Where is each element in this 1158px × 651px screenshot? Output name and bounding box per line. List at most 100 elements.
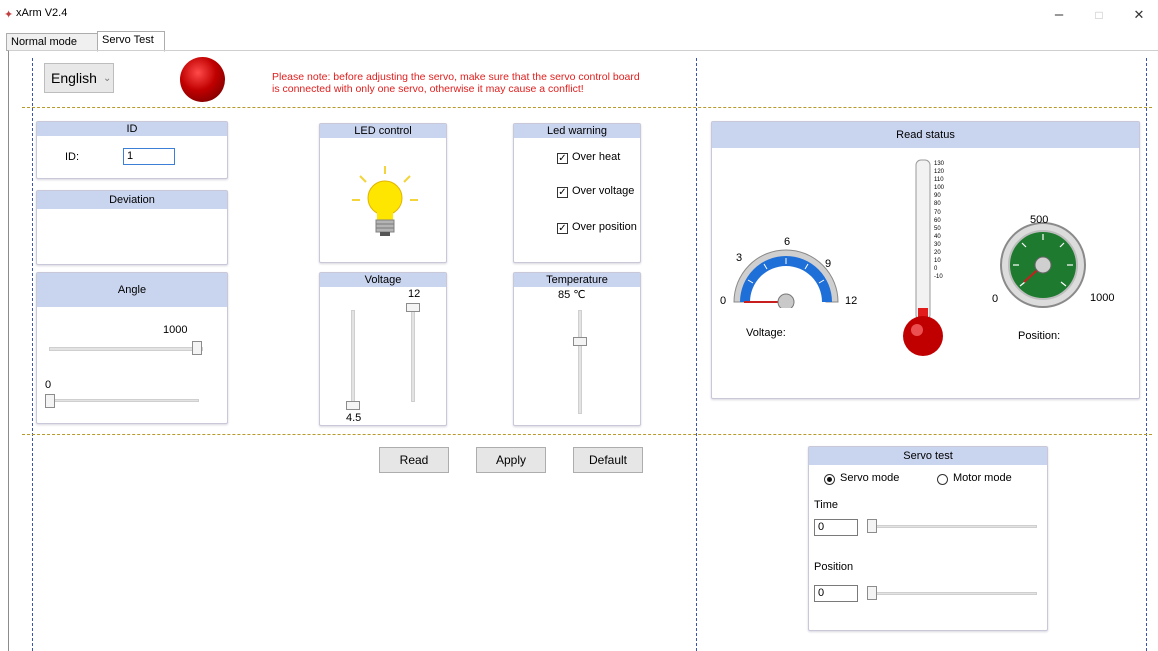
angle-slider-thumb[interactable] <box>192 341 202 355</box>
thermometer-tick: 30 <box>934 241 941 248</box>
voltage-max-slider-thumb[interactable] <box>406 303 420 312</box>
temperature-panel: Temperature 85 ℃ <box>513 272 641 426</box>
layout-divider <box>22 434 1152 435</box>
over-heat-checkbox[interactable]: ✓ <box>557 153 568 164</box>
lightbulb-icon[interactable] <box>350 164 420 244</box>
layout-divider <box>1146 58 1147 651</box>
id-input[interactable]: 1 <box>123 148 175 165</box>
id-label: ID: <box>65 151 80 163</box>
angle-slider2-thumb[interactable] <box>45 394 55 408</box>
temperature-slider-track <box>578 310 582 414</box>
over-position-checkbox[interactable]: ✓ <box>557 223 568 234</box>
thermometer-tick: 120 <box>934 169 945 176</box>
time-slider-thumb[interactable] <box>867 519 877 533</box>
deviation-panel: Deviation <box>36 190 228 265</box>
position-gauge-caption: Position: <box>1018 330 1061 342</box>
layout-divider <box>32 58 33 651</box>
language-select[interactable]: English ⌄ <box>44 63 114 93</box>
app-icon: ✦ <box>4 9 14 21</box>
voltage-gauge-label-3: 3 <box>736 252 743 264</box>
voltage-gauge-caption: Voltage: <box>746 327 786 339</box>
voltage-max-slider-track <box>411 310 415 402</box>
thermometer-tick: 70 <box>934 209 941 216</box>
read-status-title: Read status <box>712 122 1139 148</box>
thermometer-tick: 80 <box>934 201 941 208</box>
angle-slider-track <box>49 347 203 351</box>
layout-divider <box>22 107 1152 108</box>
position-gauge-label-0: 0 <box>992 293 999 305</box>
thermometer-scale: 130 120 110 100 90 80 70 60 50 40 30 20 … <box>934 160 964 318</box>
deviation-panel-title: Deviation <box>37 191 227 209</box>
over-voltage-label: Over voltage <box>572 185 635 197</box>
motor-mode-radio[interactable] <box>937 474 948 485</box>
maximize-button[interactable]: □ <box>1084 4 1114 26</box>
position-slider-thumb[interactable] <box>867 586 877 600</box>
voltage-panel: Voltage 12 4.5 <box>319 272 447 426</box>
servo-mode-radio[interactable] <box>824 474 835 485</box>
voltage-gauge-label-9: 9 <box>825 258 832 270</box>
status-led-indicator <box>180 57 225 102</box>
temperature-value: 85 ℃ <box>558 289 586 301</box>
time-label: Time <box>814 499 839 511</box>
thermometer-tick: -10 <box>934 274 943 281</box>
chevron-down-icon: ⌄ <box>103 73 112 84</box>
angle-max-label: 1000 <box>163 324 188 336</box>
servo-test-title: Servo test <box>809 447 1047 465</box>
thermometer-tick: 60 <box>934 217 941 224</box>
angle-slider2-track <box>49 399 199 402</box>
warning-note-line1: Please note: before adjusting the servo,… <box>272 71 640 83</box>
servo-test-panel: Servo test Servo mode Motor mode Time 0 … <box>808 446 1048 631</box>
temperature-slider-thumb[interactable] <box>573 337 587 346</box>
thermometer-tick: 0 <box>934 266 938 273</box>
led-warning-title: Led warning <box>514 124 640 138</box>
voltage-min-slider-thumb[interactable] <box>346 401 360 410</box>
position-gauge-label-500: 500 <box>1030 214 1049 226</box>
thermometer-tick: 40 <box>934 233 941 240</box>
warning-note: Please note: before adjusting the servo,… <box>272 71 692 95</box>
close-button[interactable]: ✕ <box>1124 4 1154 26</box>
led-warning-panel: Led warning ✓ Over heat ✓ Over voltage ✓… <box>513 123 641 263</box>
warning-note-line2: is connected with only one servo, otherw… <box>272 83 584 95</box>
thermometer-tick: 10 <box>934 258 941 265</box>
voltage-min-label: 4.5 <box>346 412 362 424</box>
temperature-panel-title: Temperature <box>514 273 640 287</box>
voltage-panel-title: Voltage <box>320 273 446 287</box>
title-bar: ✦ xArm V2.4 – □ ✕ <box>0 0 1158 30</box>
window-title: xArm V2.4 <box>16 7 68 19</box>
minimize-button[interactable]: – <box>1044 4 1074 26</box>
thermometer-tick: 100 <box>934 185 945 192</box>
voltage-min-slider-track <box>351 310 355 406</box>
position-input[interactable]: 0 <box>814 585 858 602</box>
tab-servo-test[interactable]: Servo Test <box>97 31 165 52</box>
led-control-title: LED control <box>320 124 446 138</box>
thermometer-tick: 90 <box>934 193 941 200</box>
voltage-gauge-label-0: 0 <box>720 295 727 307</box>
voltage-gauge-label-12: 12 <box>845 295 858 307</box>
over-position-label: Over position <box>572 221 637 233</box>
thermometer-tick: 50 <box>934 225 941 232</box>
thermometer-tick: 130 <box>934 161 945 167</box>
read-status-panel: Read status 0 3 6 9 12 Voltage: 130 120 … <box>711 121 1140 399</box>
position-label: Position <box>814 561 854 573</box>
read-button[interactable]: Read <box>379 447 449 473</box>
position-gauge <box>1000 222 1086 308</box>
voltage-gauge-label-6: 6 <box>784 236 791 248</box>
over-voltage-checkbox[interactable]: ✓ <box>557 187 568 198</box>
over-heat-label: Over heat <box>572 151 621 163</box>
angle-panel-title: Angle <box>37 273 227 307</box>
default-button[interactable]: Default <box>573 447 643 473</box>
angle-panel: Angle 1000 0 <box>36 272 228 424</box>
apply-button[interactable]: Apply <box>476 447 546 473</box>
time-input[interactable]: 0 <box>814 519 858 536</box>
layout-divider <box>696 58 697 651</box>
position-gauge-label-1000: 1000 <box>1090 292 1115 304</box>
tab-normal-mode[interactable]: Normal mode <box>6 33 98 51</box>
position-slider-track <box>871 592 1037 595</box>
motor-mode-label: Motor mode <box>953 472 1012 484</box>
thermometer-tick: 20 <box>934 250 941 257</box>
id-panel-title: ID <box>37 122 227 136</box>
angle-min-label: 0 <box>45 379 52 391</box>
servo-mode-label: Servo mode <box>840 472 900 484</box>
id-panel: ID ID: 1 <box>36 121 228 179</box>
time-slider-track <box>871 525 1037 528</box>
